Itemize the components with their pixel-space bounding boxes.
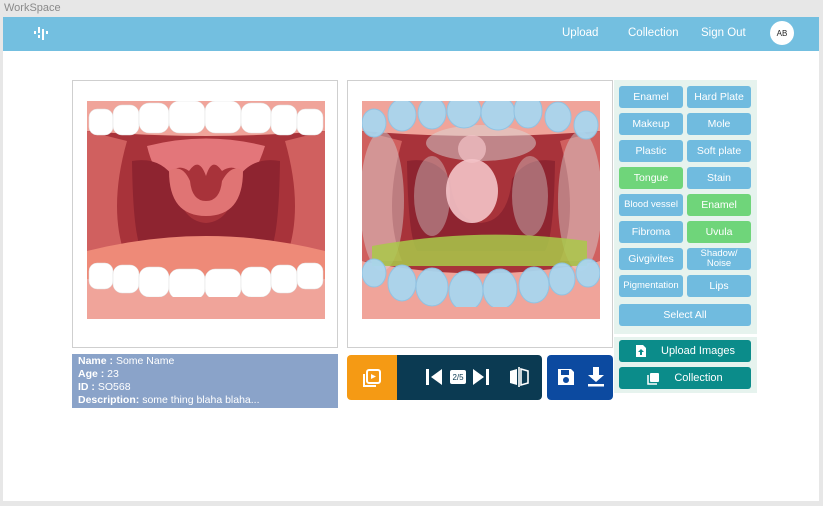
label-mole[interactable]: Mole bbox=[687, 113, 751, 135]
age-label: Age : bbox=[78, 368, 105, 380]
download-icon[interactable] bbox=[586, 366, 606, 388]
image-gallery-icon bbox=[363, 369, 381, 387]
file-upload-icon bbox=[636, 345, 646, 357]
label-pigmentation[interactable]: Pigmentation bbox=[619, 275, 683, 297]
segmented-image-panel bbox=[347, 80, 613, 348]
patient-description: some thing blaha blaha... bbox=[142, 394, 260, 406]
navigation-toolbar: 2/5 bbox=[397, 355, 542, 400]
patient-age: 23 bbox=[107, 368, 119, 380]
id-label: ID : bbox=[78, 381, 95, 393]
label-makeup[interactable]: Makeup bbox=[619, 113, 683, 135]
workspace-page: Upload Collection Sign Out AB Name: Som… bbox=[3, 17, 819, 501]
label-selector-panel: Enamel Hard Plate Makeup Mole Plastic So… bbox=[614, 80, 757, 334]
workspace-logo-icon[interactable] bbox=[33, 25, 49, 43]
description-label: Description: bbox=[78, 394, 140, 406]
top-navbar: Upload Collection Sign Out AB bbox=[3, 17, 819, 51]
compare-icon[interactable] bbox=[508, 366, 530, 388]
user-avatar[interactable]: AB bbox=[770, 21, 794, 45]
label-tongue[interactable]: Tongue bbox=[619, 167, 683, 189]
label-enamel-2[interactable]: Enamel bbox=[687, 194, 751, 216]
actions-panel: Upload Images Collection bbox=[614, 337, 757, 393]
patient-name: Some Name bbox=[115, 355, 175, 367]
gallery-button[interactable] bbox=[347, 355, 397, 400]
skip-previous-icon[interactable] bbox=[424, 367, 444, 387]
page-indicator: 2/5 bbox=[450, 370, 466, 384]
original-image-panel bbox=[72, 80, 338, 348]
label-stain[interactable]: Stain bbox=[687, 167, 751, 189]
label-hard-plate[interactable]: Hard Plate bbox=[687, 86, 751, 108]
select-all-button[interactable]: Select All bbox=[619, 304, 751, 326]
patient-info-box: Name : Some Name Age : 23 ID : SO568 Des… bbox=[72, 354, 338, 408]
collection-button[interactable]: Collection bbox=[619, 367, 751, 389]
nav-collection-link[interactable]: Collection bbox=[628, 27, 679, 39]
label-uvula[interactable]: Uvula bbox=[687, 221, 751, 243]
label-soft-plate[interactable]: Soft plate bbox=[687, 140, 751, 162]
window-title: WorkSpace bbox=[4, 2, 61, 14]
skip-next-icon[interactable] bbox=[471, 367, 491, 387]
upload-images-button[interactable]: Upload Images bbox=[619, 340, 751, 362]
collection-icon bbox=[647, 372, 660, 385]
save-icon[interactable] bbox=[556, 367, 576, 387]
label-blood-vessel[interactable]: Blood vessel bbox=[619, 194, 683, 216]
file-actions-toolbar bbox=[547, 355, 613, 400]
name-label: Name : bbox=[78, 355, 114, 367]
label-fibroma[interactable]: Fibroma bbox=[619, 221, 683, 243]
upload-images-label: Upload Images bbox=[661, 345, 735, 357]
nav-upload-link[interactable]: Upload bbox=[562, 27, 598, 39]
mouth-original-image bbox=[87, 101, 325, 319]
collection-label: Collection bbox=[674, 372, 723, 384]
mouth-segmentation-overlay bbox=[362, 101, 600, 319]
nav-sign-out-link[interactable]: Sign Out bbox=[701, 27, 746, 39]
label-plastic[interactable]: Plastic bbox=[619, 140, 683, 162]
patient-id: SO568 bbox=[97, 381, 131, 393]
label-shadow-noise[interactable]: Shadow/ Noise bbox=[687, 248, 751, 270]
label-enamel[interactable]: Enamel bbox=[619, 86, 683, 108]
label-lips[interactable]: Lips bbox=[687, 275, 751, 297]
label-givgivites[interactable]: Givgivites bbox=[619, 248, 683, 270]
